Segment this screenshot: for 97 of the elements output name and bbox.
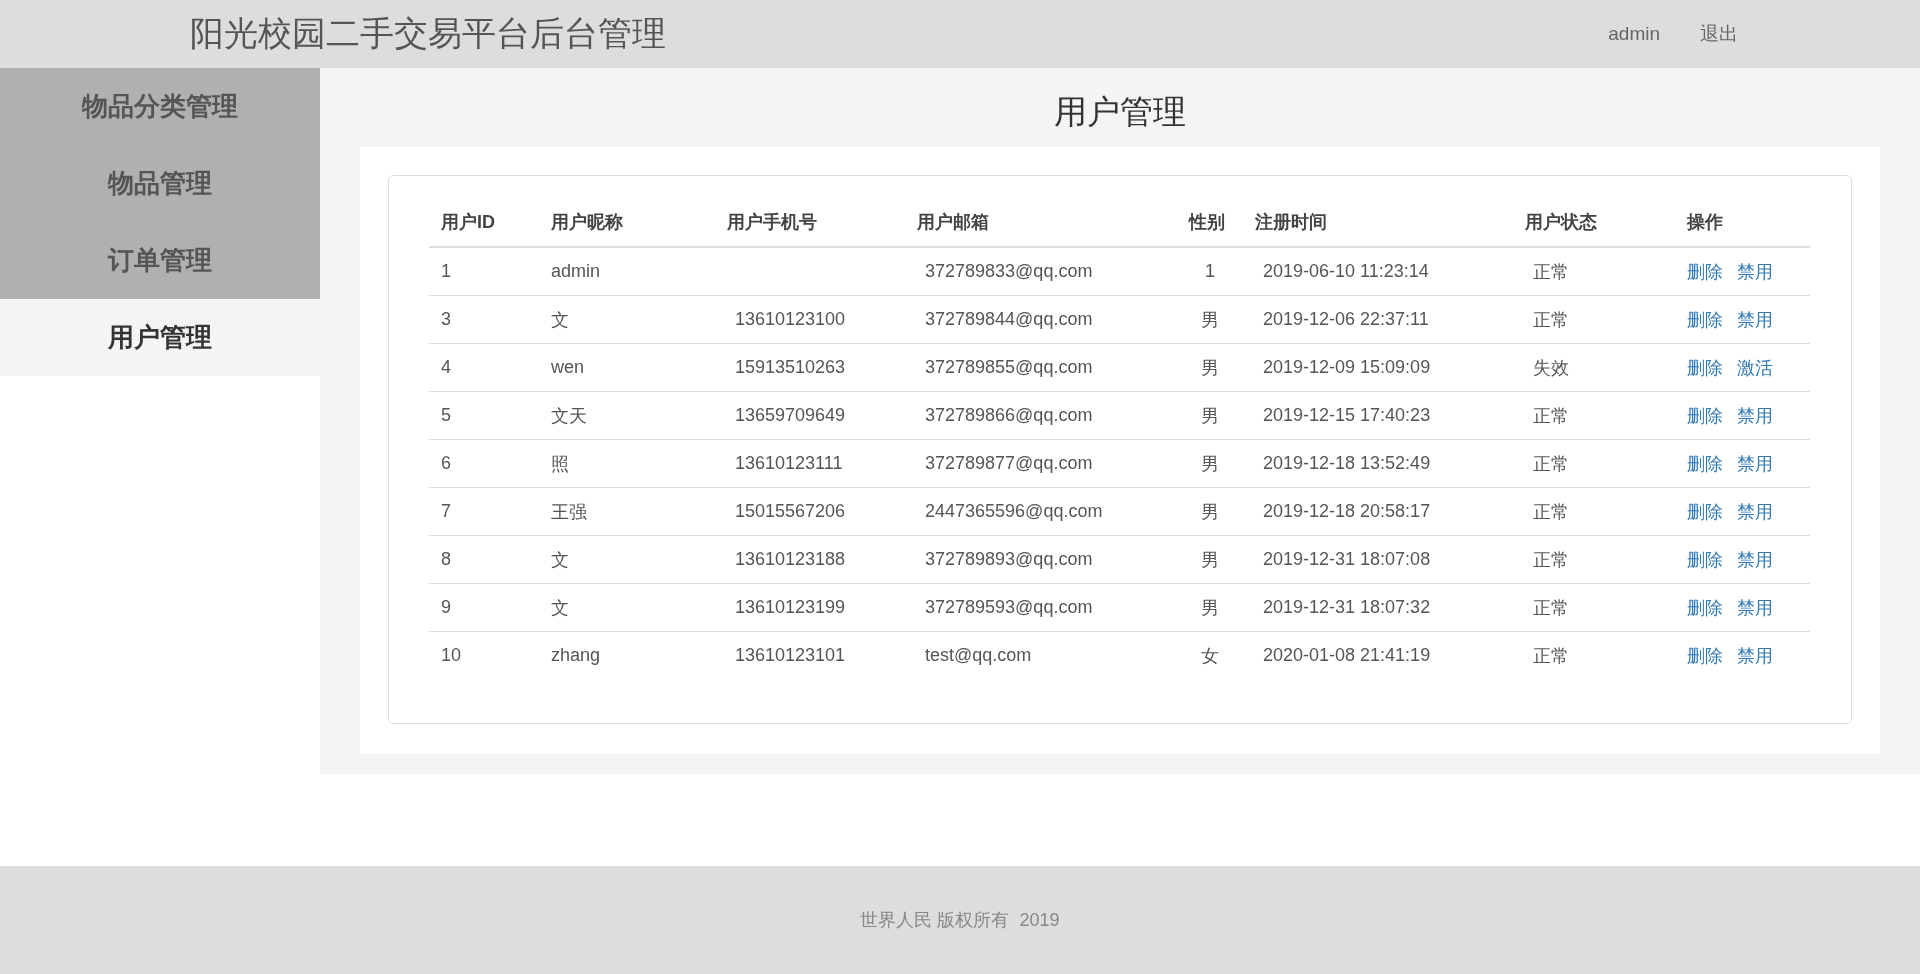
table-cell: 正常 [1513, 535, 1675, 584]
table-cell: 13610123100 [715, 295, 905, 344]
table-cell: 1 [1177, 247, 1243, 296]
column-header: 用户昵称 [539, 198, 715, 247]
table-cell: 2019-12-31 18:07:08 [1243, 535, 1513, 584]
table-cell: 4 [429, 343, 539, 392]
table-cell: 正常 [1513, 583, 1675, 632]
action-link[interactable]: 禁用 [1737, 597, 1773, 618]
table-cell: 男 [1177, 583, 1243, 632]
table-cell: 2019-12-09 15:09:09 [1243, 343, 1513, 392]
column-header: 用户邮箱 [905, 198, 1177, 247]
action-link[interactable]: 禁用 [1737, 405, 1773, 426]
table-cell: 13610123199 [715, 583, 905, 632]
action-link[interactable]: 删除 [1687, 357, 1723, 378]
table-cell: 文 [539, 295, 715, 344]
action-link[interactable]: 删除 [1687, 549, 1723, 570]
site-title: 阳光校园二手交易平台后台管理 [190, 13, 666, 54]
table-cell: 文 [539, 583, 715, 632]
action-link[interactable]: 禁用 [1737, 453, 1773, 474]
table-cell: 正常 [1513, 439, 1675, 488]
table-cell: 13659709649 [715, 391, 905, 440]
table-cell: 正常 [1513, 295, 1675, 344]
logout-link[interactable]: 退出 [1700, 21, 1738, 47]
username-link[interactable]: admin [1608, 23, 1660, 45]
table-cell: 男 [1177, 391, 1243, 440]
table-cell: 372789893@qq.com [905, 535, 1177, 584]
table-cell: 5 [429, 391, 539, 440]
action-link[interactable]: 禁用 [1737, 549, 1773, 570]
table-cell: test@qq.com [905, 631, 1177, 679]
table-cell: 10 [429, 631, 539, 679]
column-header: 用户ID [429, 198, 539, 247]
table-cell: 372789833@qq.com [905, 247, 1177, 296]
table-cell: 2019-12-18 20:58:17 [1243, 487, 1513, 536]
table-cell: 2020-01-08 21:41:19 [1243, 631, 1513, 679]
table-cell: 正常 [1513, 631, 1675, 679]
column-header: 注册时间 [1243, 198, 1513, 247]
table-cell: 7 [429, 487, 539, 536]
table-cell: admin [539, 247, 715, 296]
action-link[interactable]: 删除 [1687, 261, 1723, 282]
action-link[interactable]: 删除 [1687, 501, 1723, 522]
table-cell: 男 [1177, 487, 1243, 536]
table-cell: 2447365596@qq.com [905, 487, 1177, 536]
table-cell: 13610123111 [715, 439, 905, 488]
action-link[interactable]: 禁用 [1737, 261, 1773, 282]
table-cell: 2019-12-06 22:37:11 [1243, 295, 1513, 344]
copyright-text: 世界人民 版权所有 2019 [860, 909, 1060, 932]
table-cell: 372789866@qq.com [905, 391, 1177, 440]
table-cell: 6 [429, 439, 539, 488]
action-link[interactable]: 禁用 [1737, 501, 1773, 522]
action-link[interactable]: 禁用 [1737, 645, 1773, 666]
table-cell: 372789844@qq.com [905, 295, 1177, 344]
table-cell: 8 [429, 535, 539, 584]
table-cell: 照 [539, 439, 715, 488]
page-title: 用户管理 [1054, 92, 1186, 132]
column-header: 操作 [1675, 198, 1810, 247]
table-cell: 3 [429, 295, 539, 344]
action-link[interactable]: 激活 [1737, 357, 1773, 378]
table-cell: 2019-12-31 18:07:32 [1243, 583, 1513, 632]
action-link[interactable]: 删除 [1687, 597, 1723, 618]
table-cell: 372789877@qq.com [905, 439, 1177, 488]
table-cell: 正常 [1513, 391, 1675, 440]
table-cell: 文 [539, 535, 715, 584]
column-header: 用户手机号 [715, 198, 905, 247]
table-cell: wen [539, 343, 715, 392]
table-cell: 王强 [539, 487, 715, 536]
table-cell: 正常 [1513, 247, 1675, 296]
table-cell: 男 [1177, 295, 1243, 344]
table-cell: 男 [1177, 439, 1243, 488]
table-cell: 男 [1177, 535, 1243, 584]
sidebar-item[interactable]: 订单管理 [0, 222, 320, 299]
table-cell: 9 [429, 583, 539, 632]
table-cell: 15913510263 [715, 343, 905, 392]
table-cell: 372789855@qq.com [905, 343, 1177, 392]
table-cell: 2019-06-10 11:23:14 [1243, 247, 1513, 296]
column-header: 用户状态 [1513, 198, 1675, 247]
table-cell: 失效 [1513, 343, 1675, 392]
action-link[interactable]: 删除 [1687, 645, 1723, 666]
table-cell: 2019-12-18 13:52:49 [1243, 439, 1513, 488]
table-cell: 372789593@qq.com [905, 583, 1177, 632]
sidebar-item[interactable]: 用户管理 [0, 299, 320, 376]
sidebar-item[interactable]: 物品分类管理 [0, 68, 320, 145]
table-cell: 2019-12-15 17:40:23 [1243, 391, 1513, 440]
table-cell: 15015567206 [715, 487, 905, 536]
action-link[interactable]: 禁用 [1737, 309, 1773, 330]
table-cell: 13610123101 [715, 631, 905, 679]
table-cell: 女 [1177, 631, 1243, 679]
table-cell: 正常 [1513, 487, 1675, 536]
column-header: 性别 [1177, 198, 1243, 247]
table-cell: 文天 [539, 391, 715, 440]
table-cell: zhang [539, 631, 715, 679]
sidebar-item[interactable]: 物品管理 [0, 145, 320, 222]
action-link[interactable]: 删除 [1687, 405, 1723, 426]
action-link[interactable]: 删除 [1687, 453, 1723, 474]
table-cell: 13610123188 [715, 535, 905, 584]
table-cell: 男 [1177, 343, 1243, 392]
table-cell: 1 [429, 247, 539, 296]
action-link[interactable]: 删除 [1687, 309, 1723, 330]
